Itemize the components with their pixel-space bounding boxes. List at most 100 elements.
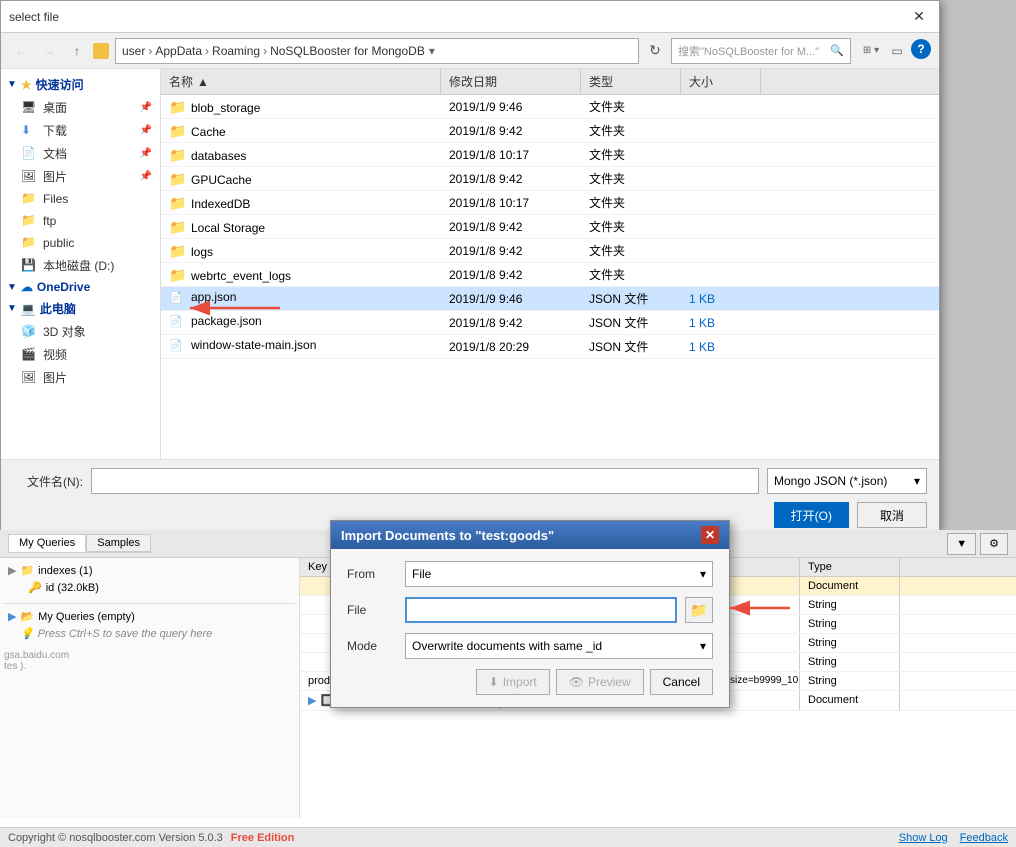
expand-icon: ▼	[7, 282, 17, 293]
breadcrumb[interactable]: user › AppData › Roaming › NoSQLBooster …	[115, 38, 639, 64]
help-btn[interactable]: ?	[911, 39, 931, 59]
sidebar-item-downloads[interactable]: ⬇ 下载 📌	[1, 119, 160, 142]
mode-row: Mode Overwrite documents with same _id ▾	[347, 633, 713, 659]
file-browse-button[interactable]: 📁	[685, 597, 713, 623]
import-dialog: Import Documents to "test:goods" ✕ From …	[330, 520, 730, 708]
col-size-header[interactable]: 大小	[681, 69, 761, 94]
filetype-dropdown[interactable]: Mongo JSON (*.json) ▾	[767, 468, 927, 494]
preview-button[interactable]: 👁 Preview	[556, 669, 644, 695]
sidebar-item-documents[interactable]: 📄 文档 📌	[1, 142, 160, 165]
pin-icon: 📌	[140, 102, 152, 113]
import-body: From File ▾ File 📁 Mode Overwrite docume…	[331, 549, 729, 707]
sort-icon: ▲	[197, 75, 209, 89]
search-box[interactable]: 搜索"NoSQLBooster for M..." 🔍	[671, 38, 851, 64]
file-icon: 📄	[169, 315, 185, 331]
folder-icon	[93, 43, 109, 59]
file-type: 文件夹	[581, 119, 681, 142]
file-row[interactable]: 📁databases 2019/1/8 10:17 文件夹	[161, 143, 939, 167]
col-date-header[interactable]: 修改日期	[441, 69, 581, 94]
file-row[interactable]: 📁GPUCache 2019/1/8 9:42 文件夹	[161, 167, 939, 191]
bc-nosqlbooster[interactable]: NoSQLBooster for MongoDB	[270, 44, 425, 58]
sidebar-item-pictures[interactable]: 🖼 图片 📌	[1, 165, 160, 188]
toolbar-settings-btn[interactable]: ⚙	[980, 533, 1008, 555]
tab-samples[interactable]: Samples	[86, 534, 151, 552]
file-row[interactable]: 📁Cache 2019/1/8 9:42 文件夹	[161, 119, 939, 143]
breadcrumb-dropdown[interactable]: ▾	[429, 44, 435, 58]
file-date: 2019/1/8 9:42	[441, 241, 581, 261]
cancel-button[interactable]: 取消	[857, 502, 927, 528]
toolbar-view-btn[interactable]: ▼	[947, 533, 976, 555]
filename-input[interactable]	[91, 468, 759, 494]
col-name-header[interactable]: 名称 ▲	[161, 69, 441, 94]
file-row[interactable]: 📄app.json 2019/1/9 9:46 JSON 文件 1 KB	[161, 287, 939, 311]
forward-button[interactable]: →	[37, 39, 61, 63]
tree-item-indexes[interactable]: ▶ 📁 indexes (1)	[4, 562, 295, 579]
dropdown-arrow: ▾	[700, 639, 706, 653]
cancel-button[interactable]: Cancel	[650, 669, 713, 695]
details-pane-btn[interactable]: ▭	[885, 39, 909, 63]
dialog-toolbar: ← → ↑ user › AppData › Roaming › NoSQLBo…	[1, 33, 939, 69]
file-list: 名称 ▲ 修改日期 类型 大小 📁blob_storage 2019/1/9 9…	[161, 69, 939, 459]
tree-item-id[interactable]: 🔑 id (32.0kB)	[4, 579, 295, 596]
sidebar-item-public[interactable]: 📁 public	[1, 232, 160, 254]
folder-icon: 📁	[169, 195, 185, 211]
file-name: 📁GPUCache	[161, 168, 441, 190]
bc-roaming[interactable]: Roaming	[212, 44, 260, 58]
view-list-btn[interactable]: ⊞ ▾	[859, 39, 883, 63]
open-button[interactable]: 打开(O)	[774, 502, 849, 528]
up-button[interactable]: ↑	[65, 39, 89, 63]
queries-tabs: My Queries Samples	[8, 534, 151, 553]
sidebar-item-pictures2[interactable]: 🖼 图片	[1, 366, 160, 389]
sidebar-item-files[interactable]: 📁 Files	[1, 188, 160, 210]
col-type-header[interactable]: 类型	[581, 69, 681, 94]
file-row[interactable]: 📁Local Storage 2019/1/8 9:42 文件夹	[161, 215, 939, 239]
downloads-icon: ⬇	[21, 123, 37, 139]
bc-appdata[interactable]: AppData	[155, 44, 202, 58]
file-size: 1 KB	[681, 313, 761, 333]
sidebar-item-ftp[interactable]: 📁 ftp	[1, 210, 160, 232]
sidebar-item-3d[interactable]: 🧊 3D 对象	[1, 320, 160, 343]
from-dropdown[interactable]: File ▾	[405, 561, 713, 587]
file-row[interactable]: 📁logs 2019/1/8 9:42 文件夹	[161, 239, 939, 263]
file-row[interactable]: 📄window-state-main.json 2019/1/8 20:29 J…	[161, 335, 939, 359]
back-button[interactable]: ←	[9, 39, 33, 63]
file-input[interactable]	[405, 597, 677, 623]
file-name: 📁webrtc_event_logs	[161, 264, 441, 286]
file-row[interactable]: 📁webrtc_event_logs 2019/1/8 9:42 文件夹	[161, 263, 939, 287]
file-row[interactable]: 📁blob_storage 2019/1/9 9:46 文件夹	[161, 95, 939, 119]
onedrive-icon: ☁	[21, 280, 33, 294]
file-row[interactable]: 📄package.json 2019/1/8 9:42 JSON 文件 1 KB	[161, 311, 939, 335]
onedrive-header[interactable]: ▼ ☁ OneDrive	[1, 277, 160, 297]
file-date: 2019/1/8 10:17	[441, 145, 581, 165]
feedback-link[interactable]: Feedback	[960, 832, 1008, 844]
file-date: 2019/1/8 10:17	[441, 193, 581, 213]
file-name: 📁logs	[161, 240, 441, 262]
quick-access-header[interactable]: ▼ ★ 快速访问	[1, 73, 160, 96]
sidebar-item-video[interactable]: 🎬 视频	[1, 343, 160, 366]
mode-dropdown[interactable]: Overwrite documents with same _id ▾	[405, 633, 713, 659]
close-button[interactable]: ✕	[907, 5, 931, 29]
folder-icon: 📁	[169, 147, 185, 163]
file-row[interactable]: 📁IndexedDB 2019/1/8 10:17 文件夹	[161, 191, 939, 215]
tree-item-my-queries[interactable]: ▶ 📂 My Queries (empty)	[4, 608, 295, 625]
import-close-button[interactable]: ✕	[701, 526, 719, 544]
file-size	[681, 104, 761, 110]
import-button[interactable]: ⬇ Import	[476, 669, 550, 695]
from-value: File	[412, 567, 431, 581]
dialog-title: select file	[9, 10, 907, 24]
folder-icon: 📁	[169, 123, 185, 139]
import-button-row: ⬇ Import 👁 Preview Cancel	[347, 669, 713, 695]
thispc-header[interactable]: ▼ 💻 此电脑	[1, 297, 160, 320]
bc-user[interactable]: user	[122, 44, 145, 58]
tab-my-queries[interactable]: My Queries	[8, 534, 86, 552]
file-size	[681, 248, 761, 254]
file-row: File 📁	[347, 597, 713, 623]
sidebar-item-localdisk[interactable]: 💾 本地磁盘 (D:)	[1, 254, 160, 277]
expand-icon: ▼	[7, 303, 17, 314]
show-log-link[interactable]: Show Log	[899, 832, 948, 844]
file-dialog: select file ✕ ← → ↑ user › AppData › Roa…	[0, 0, 940, 530]
dropdown-arrow: ▾	[914, 474, 920, 488]
sidebar-item-desktop[interactable]: 🖥 桌面 📌	[1, 96, 160, 119]
refresh-button[interactable]: ↻	[643, 39, 667, 63]
preview-label: Preview	[588, 675, 631, 689]
